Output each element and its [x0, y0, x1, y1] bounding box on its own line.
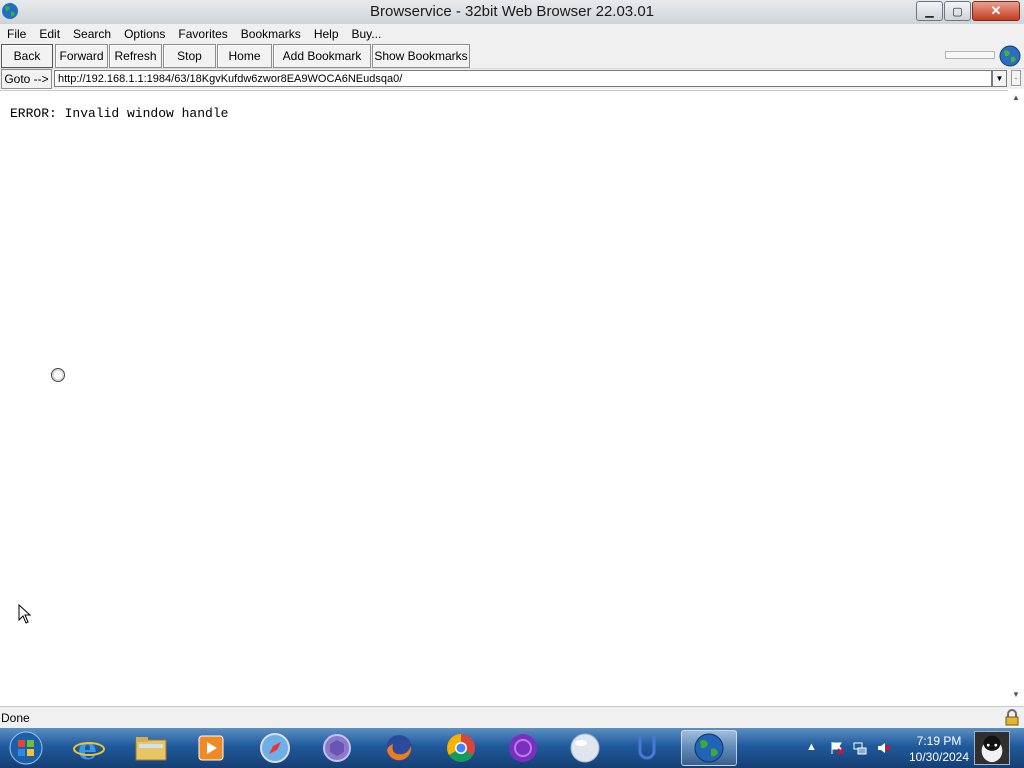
menu-bar: File Edit Search Options Favorites Bookm… — [0, 24, 1024, 43]
address-extra-button[interactable]: · — [1011, 70, 1021, 86]
globe-browser-icon[interactable] — [681, 730, 737, 766]
scroll-down-icon[interactable]: ▼ — [1012, 690, 1020, 699]
show-hidden-icons-icon[interactable]: ▲ — [806, 741, 820, 755]
menu-buy[interactable]: Buy... — [345, 27, 388, 41]
window-title: Browservice - 32bit Web Browser 22.03.01 — [369, 3, 655, 20]
safari-icon[interactable] — [247, 730, 303, 766]
navigation-toolbar: Back Forward Refresh Stop Home Add Bookm… — [0, 43, 1024, 69]
volume-muted-icon[interactable] — [877, 741, 891, 755]
status-bar: Done — [0, 706, 1024, 728]
status-text: Done — [1, 711, 30, 725]
svg-text:e: e — [78, 732, 97, 764]
page-content[interactable]: ERROR: Invalid window handle — [0, 90, 1008, 705]
chevron-down-icon[interactable]: ▼ — [992, 70, 1007, 87]
goto-button[interactable]: Goto --> — [1, 69, 52, 89]
menu-options[interactable]: Options — [117, 27, 171, 41]
home-button[interactable]: Home — [217, 44, 272, 68]
close-button[interactable]: ✕ — [972, 1, 1020, 21]
back-button[interactable]: Back — [1, 44, 53, 68]
vertical-scrollbar[interactable]: ▲ ▼ — [1008, 90, 1024, 704]
title-bar[interactable]: Browservice - 32bit Web Browser 22.03.01… — [0, 0, 1024, 25]
menu-help[interactable]: Help — [307, 27, 345, 41]
menu-edit[interactable]: Edit — [32, 27, 66, 41]
white-orb-icon[interactable] — [557, 730, 613, 766]
clock-date: 10/30/2024 — [908, 750, 970, 764]
globe-icon — [999, 45, 1021, 67]
show-bookmarks-button[interactable]: Show Bookmarks — [372, 44, 470, 68]
file-explorer-icon[interactable] — [123, 730, 179, 766]
menu-file[interactable]: File — [0, 27, 32, 41]
maximize-button[interactable]: ▢ — [944, 1, 971, 21]
clock-time: 7:19 PM — [916, 734, 962, 748]
zoom-slider[interactable] — [945, 51, 995, 59]
address-bar: Goto --> http://192.168.1.1:1984/63/18Kg… — [0, 69, 1024, 89]
u-app-icon[interactable] — [619, 730, 675, 766]
internet-explorer-icon[interactable]: e — [61, 730, 117, 766]
minimize-button[interactable]: ▁ — [916, 1, 943, 21]
taskbar: e ▲ 7:19 PM 10/30/2024 — [0, 728, 1024, 768]
add-bookmark-button[interactable]: Add Bookmark — [273, 44, 371, 68]
action-center-flag-icon[interactable] — [830, 741, 844, 755]
firefox-icon[interactable] — [371, 730, 427, 766]
menu-bookmarks[interactable]: Bookmarks — [234, 27, 307, 41]
menu-favorites[interactable]: Favorites — [171, 27, 233, 41]
refresh-button[interactable]: Refresh — [109, 44, 162, 68]
network-icon[interactable] — [853, 741, 867, 755]
loading-indicator-icon — [51, 368, 65, 382]
chrome-icon[interactable] — [433, 730, 489, 766]
error-message: ERROR: Invalid window handle — [10, 106, 229, 121]
system-clock[interactable]: 7:19 PM 10/30/2024 — [906, 733, 972, 765]
media-player-icon[interactable] — [183, 730, 239, 766]
mouse-cursor-icon — [18, 604, 32, 624]
system-tray: ▲ 7:19 PM 10/30/2024 — [804, 728, 1024, 768]
purple-app-icon[interactable] — [495, 730, 551, 766]
lock-icon — [1005, 709, 1019, 726]
forward-button[interactable]: Forward — [55, 44, 108, 68]
generic-app-icon[interactable] — [309, 730, 365, 766]
url-input[interactable]: http://192.168.1.1:1984/63/18KgvKufdw6zw… — [54, 70, 992, 87]
window-controls: ▁ ▢ ✕ — [915, 1, 1020, 21]
scroll-up-icon[interactable]: ▲ — [1012, 93, 1020, 102]
menu-search[interactable]: Search — [66, 27, 117, 41]
user-avatar-icon[interactable] — [974, 731, 1010, 765]
start-button[interactable] — [6, 730, 46, 766]
stop-button[interactable]: Stop — [163, 44, 216, 68]
